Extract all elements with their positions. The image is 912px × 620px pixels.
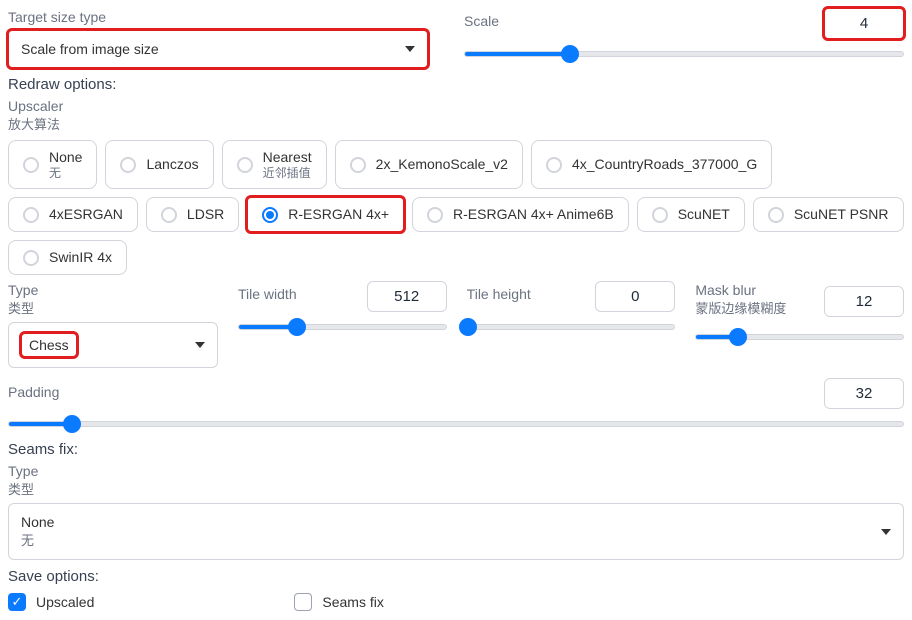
mask-blur-label: Mask blur蒙版边缘模糊度 (695, 281, 786, 318)
upscaler-option[interactable]: ScuNET (637, 197, 745, 232)
upscaler-option-label: 4x_CountryRoads_377000_G (572, 156, 757, 173)
radio-icon (161, 207, 177, 223)
upscaler-option-label: ScuNET (678, 206, 730, 223)
upscaler-option[interactable]: 4xESRGAN (8, 197, 138, 232)
radio-icon (546, 157, 562, 173)
target-size-select[interactable]: Scale from image size (8, 30, 428, 68)
radio-icon (427, 207, 443, 223)
upscaler-option[interactable]: LDSR (146, 197, 239, 232)
upscaler-option[interactable]: Lanczos (105, 140, 213, 189)
seams-type-value: None无 (21, 514, 54, 549)
upscaler-option-label: R-ESRGAN 4x+ Anime6B (453, 206, 614, 223)
chevron-down-icon (195, 342, 205, 348)
upscaler-option[interactable]: R-ESRGAN 4x+ (247, 197, 404, 232)
save-options-title: Save options: (8, 568, 904, 585)
tile-width-label: Tile width (238, 285, 297, 303)
upscaler-option[interactable]: SwinIR 4x (8, 240, 127, 275)
radio-icon (237, 157, 253, 173)
tile-height-label: Tile height (467, 285, 531, 303)
type-value: Chess (21, 333, 77, 357)
upscaled-checkbox[interactable]: ✓ Upscaled (8, 593, 94, 611)
checkbox-icon (294, 593, 312, 611)
upscaler-option-label: Nearest近邻插值 (263, 149, 312, 180)
upscaled-label: Upscaled (36, 594, 94, 610)
type-label: Type类型 (8, 281, 218, 318)
tile-width-input[interactable]: 512 (367, 281, 447, 312)
seams-type-label: Type类型 (8, 462, 904, 499)
upscaler-option-label: R-ESRGAN 4x+ (288, 206, 389, 223)
padding-input[interactable]: 32 (824, 378, 904, 409)
tile-height-input[interactable]: 0 (595, 281, 675, 312)
radio-icon (23, 157, 39, 173)
upscaler-option-label: SwinIR 4x (49, 249, 112, 266)
redraw-title: Redraw options: (8, 76, 904, 93)
scale-slider[interactable] (464, 45, 904, 63)
target-size-label: Target size type (8, 8, 448, 26)
upscaler-option[interactable]: Nearest近邻插值 (222, 140, 327, 189)
radio-icon (120, 157, 136, 173)
radio-icon (23, 250, 39, 266)
upscaler-option-label: ScuNET PSNR (794, 206, 889, 223)
upscaler-option[interactable]: None无 (8, 140, 97, 189)
upscaler-option-label: Lanczos (146, 156, 198, 173)
padding-label: Padding (8, 383, 59, 401)
radio-icon (262, 207, 278, 223)
upscaler-option-label: None无 (49, 149, 82, 180)
type-select[interactable]: Chess (8, 322, 218, 368)
upscaler-label: Upscaler 放大算法 (8, 97, 904, 134)
upscaler-option-label: LDSR (187, 206, 224, 223)
mask-blur-input[interactable]: 12 (824, 286, 904, 317)
upscaler-option[interactable]: ScuNET PSNR (753, 197, 904, 232)
scale-label: Scale (464, 12, 499, 30)
chevron-down-icon (405, 46, 415, 52)
radio-icon (350, 157, 366, 173)
upscaler-option-label: 2x_KemonoScale_v2 (376, 156, 508, 173)
upscaler-radio-group: None无 Lanczos Nearest近邻插值 2x_KemonoScale_v2… (8, 140, 904, 275)
radio-icon (23, 207, 39, 223)
chevron-down-icon (881, 529, 891, 535)
seams-type-select[interactable]: None无 (8, 503, 904, 560)
seamsfix-checkbox[interactable]: Seams fix (294, 593, 383, 611)
upscaler-option[interactable]: 2x_KemonoScale_v2 (335, 140, 523, 189)
seamsfix-label: Seams fix (322, 594, 383, 610)
mask-blur-slider[interactable] (695, 328, 904, 346)
upscaler-option[interactable]: 4x_CountryRoads_377000_G (531, 140, 772, 189)
scale-input[interactable]: 4 (824, 8, 904, 39)
checkbox-icon: ✓ (8, 593, 26, 611)
upscaler-option[interactable]: R-ESRGAN 4x+ Anime6B (412, 197, 629, 232)
radio-icon (768, 207, 784, 223)
tile-height-slider[interactable] (467, 318, 676, 336)
seams-fix-title: Seams fix: (8, 441, 904, 458)
upscaler-option-label: 4xESRGAN (49, 206, 123, 223)
target-size-value: Scale from image size (21, 41, 159, 57)
tile-width-slider[interactable] (238, 318, 447, 336)
radio-icon (652, 207, 668, 223)
padding-slider[interactable] (8, 415, 904, 433)
